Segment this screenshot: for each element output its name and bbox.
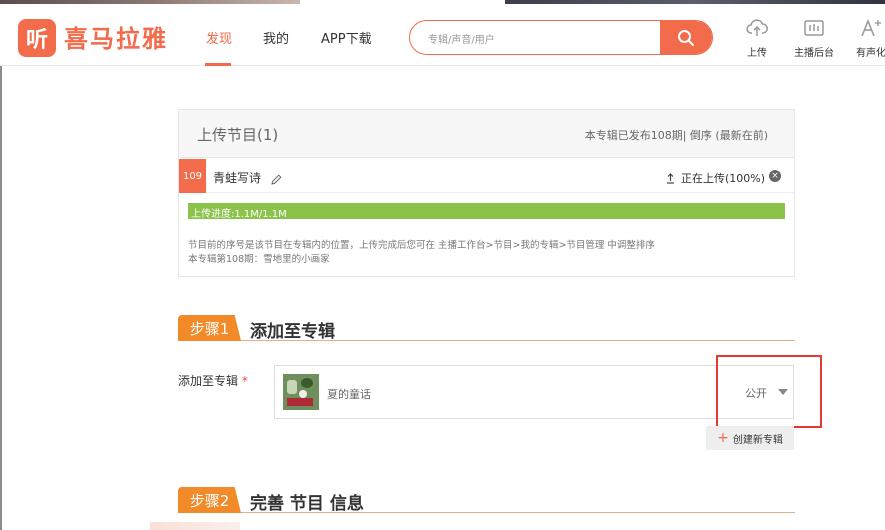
upload-status: 正在上传(100%)	[666, 170, 765, 186]
upload-status-text: 正在上传(100%)	[681, 172, 766, 185]
create-album-label: 创建新专辑	[732, 434, 783, 446]
nav-discover[interactable]: 发现	[206, 28, 232, 47]
edit-pencil-icon[interactable]	[271, 170, 282, 189]
search-box[interactable]: 专辑/声音/用户	[409, 20, 713, 55]
album-field-label-text: 添加至专辑	[178, 374, 239, 388]
step1-badge: 步骤1	[178, 315, 241, 341]
creator-dashboard-button[interactable]: 主播后台	[789, 16, 839, 59]
step1-title: 添加至专辑	[250, 322, 335, 342]
dashboard-icon	[789, 16, 839, 40]
upload-arrow-icon	[667, 172, 674, 184]
upload-note: 节目前的序号是该节目在专辑内的位置，上传完成后您可在 主播工作台>节目>我的专辑…	[188, 239, 788, 267]
audio-conversion-label: 有声化	[856, 48, 885, 59]
album-cover-image	[283, 374, 319, 410]
upload-progress-bar: 上传进度:1.1M/1.1M	[188, 203, 785, 220]
upload-panel: 上传节目(1) 本专辑已发布108期| 倒序 (最新在前) 109 青蛙写诗 正…	[178, 109, 795, 277]
creator-dashboard-label: 主播后台	[794, 48, 834, 59]
highlight-annotation-box	[716, 355, 822, 428]
album-field-label: 添加至专辑 *	[178, 372, 248, 389]
nav-active-indicator	[205, 63, 231, 66]
nav-mine[interactable]: 我的	[263, 28, 289, 47]
step2-badge: 步骤2	[178, 487, 241, 513]
create-album-button[interactable]: + 创建新专辑	[706, 426, 794, 450]
close-icon[interactable]: ×	[769, 170, 781, 182]
upload-panel-title: 上传节目(1)	[197, 126, 279, 144]
step2-title: 完善 节目 信息	[250, 494, 364, 514]
search-input[interactable]: 专辑/声音/用户	[428, 31, 495, 46]
plus-icon: +	[717, 430, 729, 446]
site-header: 听 喜马拉雅 发现 我的 APP下载 专辑/声音/用户 上传 主播后台 有声化	[0, 4, 885, 66]
logo-icon[interactable]: 听	[18, 19, 56, 57]
upload-progress-label: 上传进度:1.1M/1.1M	[191, 209, 287, 220]
upload-button[interactable]: 上传	[732, 16, 782, 59]
search-button[interactable]	[660, 21, 712, 54]
upload-label: 上传	[747, 48, 767, 59]
step2-heading: 步骤2 完善 节目 信息	[178, 487, 795, 514]
track-name: 青蛙写诗	[213, 171, 262, 185]
audio-conversion-button[interactable]: 有声化	[846, 16, 885, 59]
upload-note-line: 节目前的序号是该节目在专辑内的位置，上传完成后您可在 主播工作台>节目>我的专辑…	[188, 240, 655, 251]
logo-text[interactable]: 喜马拉雅	[64, 19, 168, 54]
nav-app-download[interactable]: APP下载	[321, 28, 372, 47]
required-mark: *	[241, 374, 248, 388]
left-edge	[0, 66, 2, 530]
bottom-fade	[150, 522, 240, 530]
album-sort-info[interactable]: 本专辑已发布108期| 倒序 (最新在前)	[585, 127, 768, 143]
text-size-icon	[846, 16, 885, 40]
upload-note-line: 本专辑第108期：雪地里的小画家	[188, 254, 330, 265]
step1-heading: 步骤1 添加至专辑	[178, 315, 795, 342]
upload-panel-header: 上传节目(1) 本专辑已发布108期| 倒序 (最新在前)	[179, 110, 794, 158]
upload-cloud-icon	[732, 16, 782, 40]
track-number: 109	[179, 159, 206, 193]
album-name: 夏的童话	[327, 388, 371, 401]
upload-track-row: 109 青蛙写诗 正在上传(100%) ×	[179, 159, 794, 193]
search-icon	[678, 29, 694, 46]
